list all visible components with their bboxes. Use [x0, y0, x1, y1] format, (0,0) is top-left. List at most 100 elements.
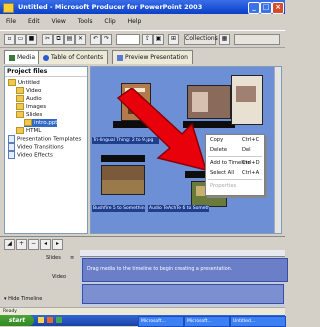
close-button[interactable]: × [272, 2, 284, 14]
tab-preview-label: Preview Presentation [125, 54, 188, 61]
tree-item-video-effects[interactable]: Video Effects [8, 151, 53, 160]
tree-item-slides[interactable]: Slides [16, 111, 42, 119]
menu-bar: File Edit View Tools Clip Help [0, 16, 285, 28]
tree-item-images[interactable]: Images [16, 103, 46, 111]
media-thumbnail[interactable] [231, 75, 263, 125]
menu-view[interactable]: View [52, 18, 66, 25]
timeline-area[interactable]: Drag media to the timeline to begin crea… [80, 250, 288, 308]
tree-item-audio[interactable]: Audio [16, 95, 42, 103]
timeline-mode-icon[interactable]: ◢ [4, 239, 15, 250]
menu-edit[interactable]: Edit [28, 18, 40, 25]
view-icon[interactable]: ▦ [219, 34, 230, 45]
tab-table-of-contents[interactable]: Table of Contents [38, 50, 109, 64]
taskbar-item[interactable]: Microsoft... [138, 316, 184, 327]
quick-launch-icon[interactable] [38, 317, 44, 323]
tree-item-untitled[interactable]: Untitled [8, 79, 40, 87]
tab-toc-label: Table of Contents [51, 54, 104, 61]
tree-label: Slides [26, 112, 43, 118]
info-icon [43, 54, 49, 61]
tree-item-intro-ppt[interactable]: intro.ppt [24, 119, 58, 127]
ctx-delete[interactable]: Delete Del [210, 146, 251, 154]
menu-help[interactable]: Help [128, 18, 142, 25]
timeline-clip[interactable]: Drag media to the timeline to begin crea… [82, 258, 288, 282]
properties-icon[interactable]: ▣ [153, 34, 164, 45]
preview-icon [117, 54, 123, 61]
ctx-select-all[interactable]: Select All Ctrl+A [210, 169, 259, 177]
view-options-button[interactable] [234, 34, 280, 45]
ctx-label: Select All [210, 170, 235, 176]
menu-file[interactable]: File [6, 18, 16, 25]
app-icon [3, 3, 14, 13]
quick-launch-icon[interactable] [47, 317, 53, 323]
tab-media[interactable]: Media [4, 50, 41, 64]
menu-clip[interactable]: Clip [104, 18, 115, 25]
play-icon[interactable]: ▸ [52, 239, 63, 250]
folder-icon [16, 95, 24, 102]
taskbar-item[interactable]: Untitled... [230, 316, 286, 327]
transition-icon [8, 143, 15, 151]
tree-item-html[interactable]: HTML [16, 127, 41, 135]
hide-timeline-button[interactable]: ▾ Hide Timeline [4, 296, 42, 302]
collections-button[interactable]: Collections [184, 34, 218, 45]
taskbar-item[interactable]: Microsoft... [184, 316, 230, 327]
project-files-panel: Project files Untitled Video Audio Image… [4, 66, 88, 234]
import-icon[interactable]: ⇪ [142, 34, 153, 45]
tree-label: Presentation Templates [17, 136, 82, 143]
track-label-video: Video [52, 274, 67, 280]
tree-label: Images [26, 104, 47, 110]
tab-preview-presentation[interactable]: Preview Presentation [112, 50, 193, 64]
save-icon[interactable]: ■ [26, 34, 37, 45]
publish-icon[interactable]: ⊞ [168, 34, 179, 45]
ctx-add-to-timeline[interactable]: Add to Timeline Ctrl+D [210, 159, 260, 167]
folder-icon [16, 111, 24, 118]
annotation-arrow [116, 88, 208, 172]
quick-launch-icon[interactable] [56, 317, 62, 323]
ctx-shortcut: Del [242, 147, 251, 153]
new-file-icon[interactable]: ▫ [4, 34, 15, 45]
zoom-dropdown[interactable] [116, 34, 140, 45]
folder-icon [16, 87, 24, 94]
menu-tools[interactable]: Tools [78, 18, 93, 25]
tree-label: Audio [26, 96, 42, 102]
timeline-ruler[interactable] [80, 250, 285, 257]
start-button[interactable]: start [0, 315, 34, 326]
redo-icon[interactable]: ↷ [101, 34, 112, 45]
minimize-button[interactable]: _ [248, 2, 260, 14]
ctx-copy[interactable]: Copy Ctrl+C [210, 136, 259, 144]
track-label-slides: Slides [46, 255, 61, 261]
maximize-button[interactable]: □ [260, 2, 272, 14]
tree-label: intro.ppt [34, 120, 58, 126]
zoom-in-icon[interactable]: + [16, 239, 27, 250]
tab-media-label: Media [17, 54, 36, 61]
ctx-separator [208, 156, 262, 157]
zoom-out-icon[interactable]: − [28, 239, 39, 250]
tree-item-video[interactable]: Video [16, 87, 41, 95]
delete-icon[interactable]: ✕ [75, 34, 86, 45]
taskbar: start Microsoft... Microsoft... Untitled… [0, 315, 286, 327]
ctx-shortcut: Ctrl+C [242, 137, 260, 143]
ctx-properties[interactable]: Properties [210, 182, 236, 190]
cut-icon[interactable]: ✂ [42, 34, 53, 45]
paste-icon[interactable]: ▤ [64, 34, 75, 45]
undo-icon[interactable]: ↶ [90, 34, 101, 45]
tab-strip: Media Table of Contents Preview Presenta… [4, 50, 282, 64]
window-title: Untitled - Microsoft Producer for PowerP… [18, 3, 203, 11]
context-menu: Copy Ctrl+C Delete Del Add to Timeline Ctrl… [205, 134, 265, 196]
tree-label: HTML [26, 128, 42, 134]
project-files-title: Project files [5, 67, 87, 77]
open-folder-icon[interactable]: ▭ [15, 34, 26, 45]
timeline-track-labels: Slides ≡ Video ▾ Hide Timeline [0, 250, 81, 308]
rewind-icon[interactable]: ◂ [40, 239, 51, 250]
thumbnail-label-selected: Bushfire 5 to Something.jpg [92, 205, 145, 212]
tree-label: Untitled [18, 80, 40, 86]
timeline-video-track[interactable] [82, 284, 284, 304]
folder-icon [16, 103, 24, 110]
expand-icon[interactable]: ≡ [70, 255, 74, 261]
hide-timeline-label: Hide Timeline [8, 296, 43, 302]
ctx-shortcut: Ctrl+A [242, 170, 260, 176]
media-scrollbar[interactable] [274, 67, 281, 233]
folder-icon [8, 79, 16, 86]
folder-icon [24, 119, 32, 126]
copy-icon[interactable]: ⧉ [53, 34, 64, 45]
media-icon [9, 54, 15, 61]
